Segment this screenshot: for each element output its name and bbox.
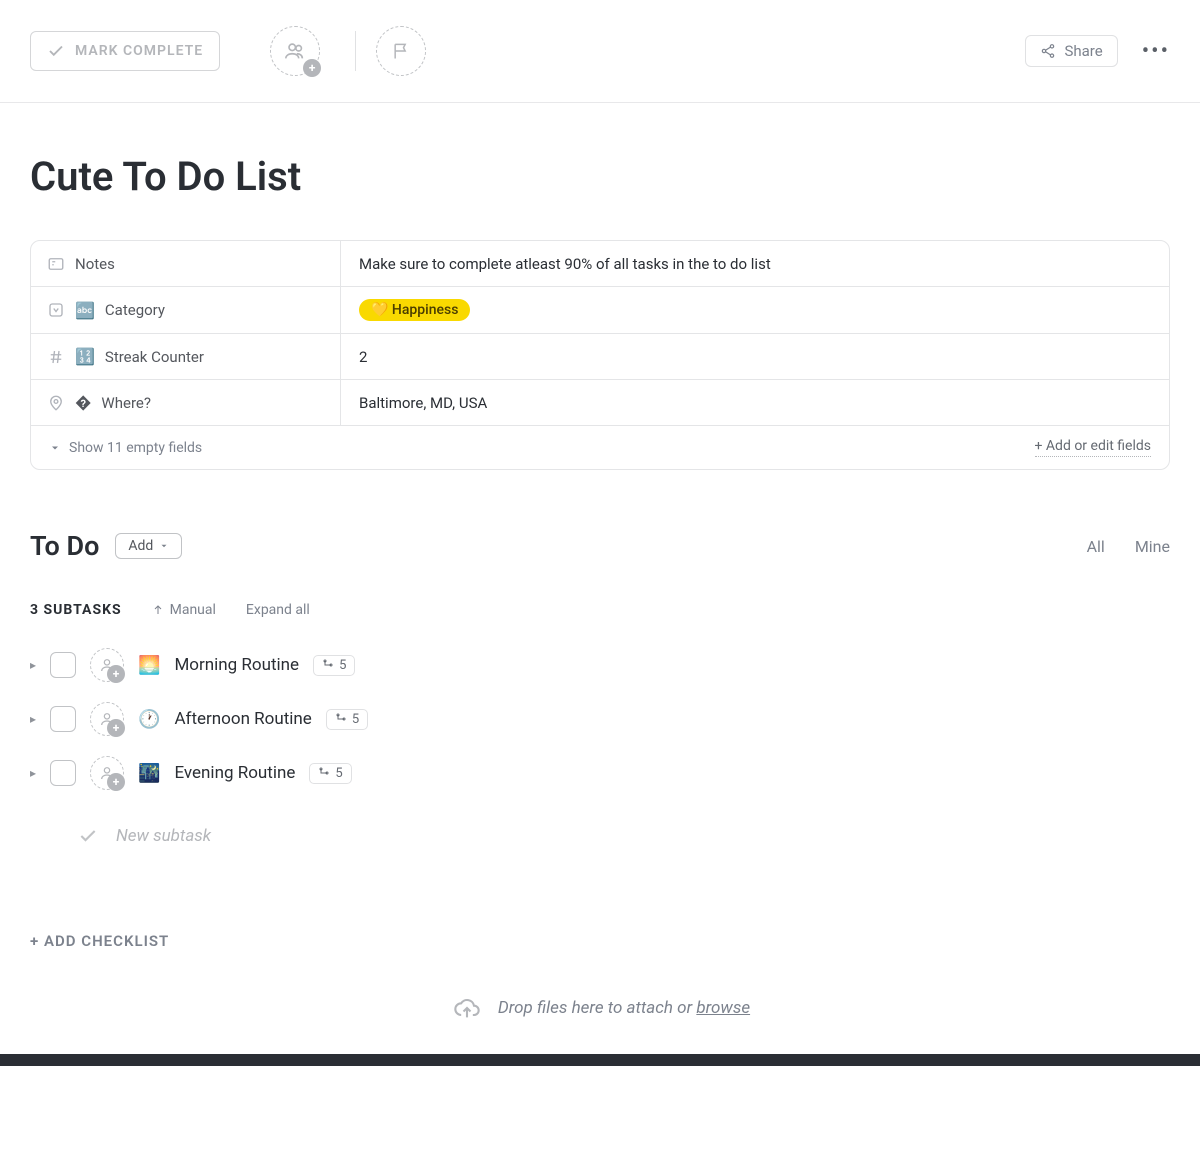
task-emoji: 🕐 — [138, 709, 160, 730]
browse-link[interactable]: browse — [696, 998, 750, 1018]
chevron-right-icon[interactable]: ▸ — [30, 712, 36, 726]
field-emoji: 🔢 — [75, 347, 95, 366]
assignee-button[interactable]: + — [90, 702, 124, 736]
task-row: ▸ + 🌅 Morning Routine 5 — [0, 638, 1200, 692]
more-button[interactable]: ••• — [1142, 39, 1170, 64]
share-icon — [1040, 43, 1056, 59]
show-empty-label: Show 11 empty fields — [69, 440, 202, 456]
caret-down-icon — [159, 541, 169, 551]
expand-all-button[interactable]: Expand all — [246, 602, 310, 618]
add-edit-fields-button[interactable]: + Add or edit fields — [1035, 438, 1152, 457]
field-name: Where? — [101, 394, 151, 412]
manual-label: Manual — [170, 602, 216, 618]
field-value[interactable]: 💛 Happiness — [341, 287, 1169, 333]
flag-icon — [391, 41, 411, 61]
field-row-category: 🔤 Category 💛 Happiness — [31, 287, 1169, 334]
drop-text: Drop files here to attach or browse — [498, 998, 750, 1018]
field-label[interactable]: 🔤 Category — [31, 287, 341, 333]
field-emoji: 🔤 — [75, 301, 95, 320]
task-checkbox[interactable] — [50, 652, 76, 678]
add-label: Add — [128, 538, 153, 554]
location-icon — [47, 394, 65, 412]
field-label[interactable]: Notes — [31, 241, 341, 286]
fields-box: Notes Make sure to complete atleast 90% … — [30, 240, 1170, 470]
field-label[interactable]: 🔢 Streak Counter — [31, 334, 341, 379]
task-title[interactable]: Evening Routine — [174, 763, 295, 783]
task-title[interactable]: Morning Routine — [174, 655, 299, 675]
field-name: Category — [105, 301, 165, 319]
count-value: 5 — [352, 712, 359, 727]
section-header: To Do Add All Mine — [0, 470, 1200, 572]
new-subtask-input[interactable] — [116, 826, 1122, 846]
subtask-icon — [318, 767, 330, 779]
field-name: Streak Counter — [105, 348, 204, 366]
sort-manual-button[interactable]: Manual — [152, 602, 216, 618]
mark-complete-label: MARK COMPLETE — [75, 43, 203, 59]
subtask-count-badge[interactable]: 5 — [313, 655, 355, 676]
task-title[interactable]: Afternoon Routine — [174, 709, 311, 729]
category-tag: 💛 Happiness — [359, 299, 470, 321]
field-value[interactable]: Baltimore, MD, USA — [341, 380, 1169, 425]
field-label[interactable]: � Where? — [31, 380, 341, 425]
task-row: ▸ + 🌃 Evening Routine 5 — [0, 746, 1200, 800]
filter-tabs: All Mine — [1087, 537, 1170, 556]
top-bar: MARK COMPLETE + Share ••• — [0, 0, 1200, 103]
text-icon — [47, 255, 65, 273]
arrow-up-icon — [152, 604, 164, 616]
subtask-icon — [322, 659, 334, 671]
check-icon — [47, 42, 65, 60]
filter-mine[interactable]: Mine — [1135, 537, 1170, 556]
field-row-notes: Notes Make sure to complete atleast 90% … — [31, 241, 1169, 287]
plus-badge-icon: + — [107, 773, 125, 791]
subtask-count-badge[interactable]: 5 — [309, 763, 351, 784]
task-emoji: 🌃 — [138, 763, 160, 784]
assignees-button[interactable]: + — [270, 26, 320, 76]
field-emoji: � — [75, 393, 91, 412]
plus-badge-icon: + — [107, 719, 125, 737]
assignee-button[interactable]: + — [90, 648, 124, 682]
caret-down-icon — [49, 442, 61, 454]
subtask-count-badge[interactable]: 5 — [326, 709, 368, 730]
plus-badge-icon: + — [107, 665, 125, 683]
add-button[interactable]: Add — [115, 533, 182, 559]
divider — [355, 31, 356, 71]
field-row-streak: 🔢 Streak Counter 2 — [31, 334, 1169, 380]
subtask-bar: 3 SUBTASKS Manual Expand all — [0, 572, 1200, 638]
task-checkbox[interactable] — [50, 706, 76, 732]
count-value: 5 — [335, 766, 342, 781]
drop-zone[interactable]: Drop files here to attach or browse — [0, 970, 1200, 1054]
people-icon — [284, 40, 306, 62]
dropdown-icon — [47, 301, 65, 319]
show-empty-fields-button[interactable]: Show 11 empty fields — [49, 440, 202, 456]
subtask-icon — [335, 713, 347, 725]
bottom-strip — [0, 1054, 1200, 1066]
priority-button[interactable] — [376, 26, 426, 76]
check-icon — [78, 826, 98, 846]
task-checkbox[interactable] — [50, 760, 76, 786]
task-list: ▸ + 🌅 Morning Routine 5 ▸ + 🕐 Afternoon … — [0, 638, 1200, 800]
page-title[interactable]: Cute To Do List — [0, 103, 1200, 240]
filter-all[interactable]: All — [1087, 537, 1105, 556]
subtask-count: 3 SUBTASKS — [30, 602, 122, 618]
field-row-where: � Where? Baltimore, MD, USA — [31, 380, 1169, 426]
add-checklist-button[interactable]: + ADD CHECKLIST — [0, 862, 1200, 970]
plus-badge-icon: + — [303, 59, 321, 77]
chevron-right-icon[interactable]: ▸ — [30, 766, 36, 780]
mark-complete-button[interactable]: MARK COMPLETE — [30, 31, 220, 71]
assignee-button[interactable]: + — [90, 756, 124, 790]
chevron-right-icon[interactable]: ▸ — [30, 658, 36, 672]
section-title: To Do — [30, 530, 99, 562]
task-emoji: 🌅 — [138, 655, 160, 676]
new-subtask-row — [28, 810, 1172, 862]
hash-icon — [47, 348, 65, 366]
field-name: Notes — [75, 255, 115, 273]
share-button[interactable]: Share — [1025, 35, 1117, 67]
share-label: Share — [1064, 42, 1102, 60]
fields-footer: Show 11 empty fields + Add or edit field… — [31, 426, 1169, 469]
task-row: ▸ + 🕐 Afternoon Routine 5 — [0, 692, 1200, 746]
field-value[interactable]: Make sure to complete atleast 90% of all… — [341, 241, 1169, 286]
cloud-upload-icon — [450, 994, 484, 1022]
field-value[interactable]: 2 — [341, 334, 1169, 379]
count-value: 5 — [339, 658, 346, 673]
